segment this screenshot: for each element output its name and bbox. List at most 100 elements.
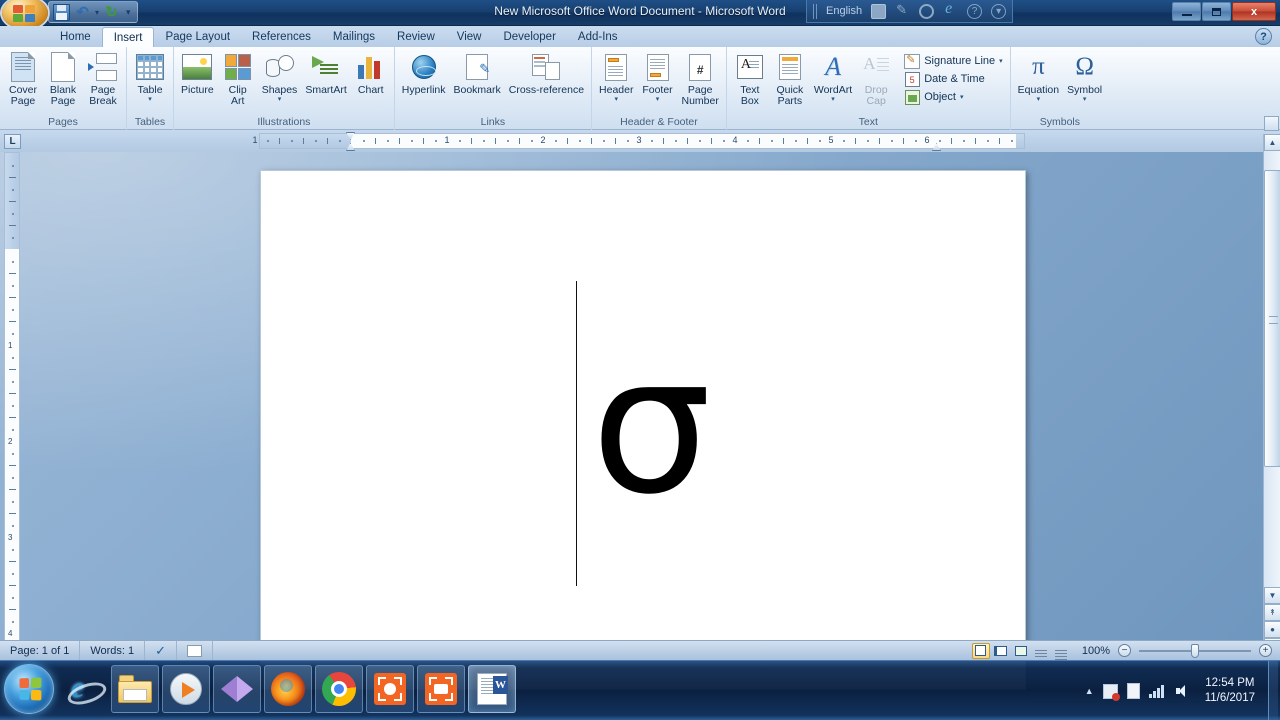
undo-dropdown-icon[interactable]: ▾ (95, 8, 99, 17)
quick-parts-button[interactable]: Quick Parts (770, 50, 810, 107)
chart-button[interactable]: Chart (351, 50, 391, 96)
previous-page-button[interactable]: ↟ (1264, 604, 1280, 621)
signature-line-button[interactable]: Signature Line ▾ (900, 52, 1006, 70)
tab-page-layout[interactable]: Page Layout (154, 27, 241, 48)
customize-qat-icon[interactable]: ▾ (126, 7, 131, 18)
cross-reference-button[interactable]: Cross-reference (505, 50, 588, 96)
zoom-out-button[interactable]: − (1118, 644, 1131, 657)
wordart-dropdown-icon[interactable]: ▾ (831, 96, 835, 103)
correction-icon[interactable] (919, 3, 935, 19)
start-button[interactable] (4, 664, 54, 714)
header-button[interactable]: Header ▾ (595, 50, 637, 103)
shapes-dropdown-icon[interactable]: ▾ (278, 96, 282, 103)
shapes-button[interactable]: Shapes ▾ (258, 50, 302, 103)
object-dropdown-icon[interactable]: ▾ (960, 94, 964, 101)
taskbar-item-screenshot-tool[interactable] (417, 665, 465, 713)
proofing-status-button[interactable]: ✓ (145, 640, 178, 661)
redo-icon[interactable]: ↻ (103, 4, 120, 21)
wordart-button[interactable]: A WordArt ▾ (810, 50, 856, 104)
taskbar-item-internet-explorer[interactable]: e (60, 665, 108, 713)
zoom-in-button[interactable]: + (1259, 644, 1272, 657)
help-button[interactable]: ? (1255, 28, 1272, 45)
tab-view[interactable]: View (446, 27, 493, 48)
hyperlink-button[interactable]: Hyperlink (398, 50, 450, 96)
taskbar-item-windows-explorer[interactable] (111, 665, 159, 713)
object-button[interactable]: Object ▾ (900, 88, 1006, 106)
text-box-button[interactable]: Text Box (730, 50, 770, 107)
page-indicator[interactable]: Page: 1 of 1 (0, 640, 81, 661)
document-page[interactable]: σ (260, 170, 1026, 690)
drop-cap-button[interactable]: Drop Cap (856, 50, 896, 107)
handwriting-icon[interactable] (895, 2, 910, 19)
tab-references[interactable]: References (241, 27, 322, 48)
tab-developer[interactable]: Developer (492, 27, 566, 48)
tab-insert[interactable]: Insert (101, 27, 155, 49)
taskbar-item-firefox[interactable] (264, 665, 312, 713)
action-center-icon[interactable] (1102, 683, 1120, 701)
language-bar[interactable]: English ? ▾ (806, 0, 1014, 23)
zoom-level[interactable]: 100% (1082, 645, 1110, 657)
language-status-button[interactable] (177, 640, 214, 661)
select-browse-object-button[interactable] (1264, 116, 1279, 131)
zoom-slider[interactable] (1139, 643, 1251, 658)
horizontal-ruler[interactable]: 1 2 3 4 5 6 1 (252, 132, 1025, 151)
save-icon[interactable] (53, 3, 70, 21)
scrollbar-thumb[interactable] (1264, 170, 1280, 467)
restore-button[interactable] (1202, 2, 1231, 21)
clip-art-button[interactable]: Clip Art (218, 50, 258, 107)
view-draft-button[interactable] (1052, 643, 1070, 659)
page-break-button[interactable]: Page Break (83, 50, 123, 107)
minimize-button[interactable] (1172, 2, 1201, 21)
header-dropdown-icon[interactable]: ▾ (615, 96, 619, 103)
safely-remove-hardware-icon[interactable] (1126, 683, 1140, 699)
options-icon[interactable]: ▾ (991, 3, 1007, 19)
tab-home[interactable]: Home (49, 27, 102, 48)
word-count-indicator[interactable]: Words: 1 (80, 640, 146, 661)
smartart-button[interactable]: SmartArt (301, 50, 350, 96)
show-desktop-button[interactable] (1268, 661, 1278, 720)
tab-add-ins[interactable]: Add-Ins (567, 27, 629, 48)
browse-object-button[interactable]: ● (1264, 621, 1280, 638)
equation-dropdown-icon[interactable]: ▾ (1037, 96, 1041, 103)
undo-icon[interactable]: ↶ (74, 4, 91, 21)
footer-dropdown-icon[interactable]: ▾ (656, 96, 660, 103)
taskbar-item-movie-maker[interactable] (213, 665, 261, 713)
symbol-dropdown-icon[interactable]: ▾ (1083, 96, 1087, 103)
taskbar-item-screen-recorder[interactable] (366, 665, 414, 713)
view-web-layout-button[interactable] (1012, 643, 1030, 659)
equation-button[interactable]: π Equation ▾ (1014, 50, 1063, 104)
taskbar-item-google-chrome[interactable] (315, 665, 363, 713)
network-icon[interactable] (1148, 684, 1166, 698)
bookmark-button[interactable]: ✎ Bookmark (450, 50, 505, 96)
zoom-slider-handle[interactable] (1191, 643, 1199, 658)
help-icon[interactable]: ? (967, 3, 983, 19)
keyboard-icon[interactable] (871, 3, 887, 19)
page-number-button[interactable]: # Page Number (678, 50, 723, 107)
blank-page-button[interactable]: Blank Page (43, 50, 83, 107)
volume-icon[interactable] (1175, 684, 1192, 698)
scroll-down-button[interactable]: ▼ (1264, 587, 1280, 604)
picture-button[interactable]: Picture (177, 50, 218, 96)
vertical-scrollbar[interactable]: ▲ ▼ ↟ ● ↡ (1263, 116, 1280, 660)
language-bar-language[interactable]: English (826, 5, 862, 17)
footer-button[interactable]: Footer ▾ (638, 50, 678, 103)
taskbar-clock[interactable]: 12:54 PM 11/6/2017 (1201, 676, 1259, 706)
vertical-ruler[interactable]: 1 2 3 4 (4, 152, 20, 660)
tab-mailings[interactable]: Mailings (322, 27, 386, 48)
signature-line-dropdown-icon[interactable]: ▾ (999, 58, 1003, 65)
date-time-button[interactable]: 5 Date & Time (900, 70, 1006, 88)
tab-review[interactable]: Review (386, 27, 446, 48)
cover-page-button[interactable]: Cover Page (3, 50, 43, 107)
show-hidden-icons-button[interactable]: ▲ (1085, 686, 1094, 696)
ink-icon[interactable] (943, 0, 958, 19)
view-outline-button[interactable] (1032, 643, 1050, 659)
view-full-screen-reading-button[interactable] (992, 643, 1010, 659)
taskbar-item-windows-media-player[interactable] (162, 665, 210, 713)
close-button[interactable]: x (1232, 2, 1276, 21)
table-button[interactable]: Table ▾ (130, 50, 170, 103)
taskbar-item-microsoft-word[interactable]: W (468, 665, 516, 713)
language-bar-grip[interactable] (813, 3, 817, 19)
view-print-layout-button[interactable] (971, 642, 990, 659)
scroll-up-button[interactable]: ▲ (1264, 134, 1280, 151)
table-dropdown-icon[interactable]: ▾ (148, 96, 152, 103)
